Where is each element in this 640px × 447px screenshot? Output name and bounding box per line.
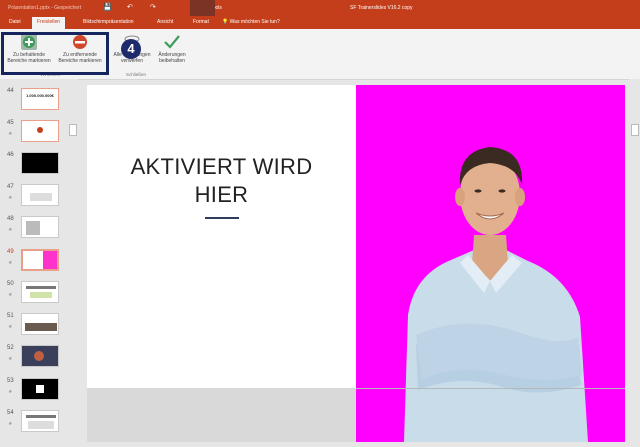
tab-file[interactable]: Datei [9, 19, 21, 25]
slide-content-area[interactable]: AKTIVIERT WIRD HIER [87, 85, 356, 388]
slide-number: 50 [7, 281, 14, 287]
vertical-scrollbar[interactable] [629, 79, 640, 442]
thumbnail-graphic [26, 286, 56, 289]
scrollbar-thumb[interactable] [631, 124, 639, 136]
animation-star-icon: ★ [8, 260, 13, 266]
slide-thumbnail[interactable]: 1.000.000.000€ [21, 88, 59, 110]
thumbnail-graphic [26, 415, 56, 418]
ear-right [515, 188, 525, 206]
slide-number: 51 [7, 313, 14, 319]
slide-thumbnail[interactable] [21, 410, 59, 432]
checkmark-icon [164, 35, 180, 49]
eye-right [498, 189, 506, 193]
slide-number: 47 [7, 184, 14, 190]
slide-thumbnail[interactable] [21, 281, 59, 303]
window-title: SF Trainerslides V16.2 copy [350, 5, 413, 11]
ribbon-tabs: Datei Freistellen Bildschirmpräsentation… [0, 16, 640, 29]
redo-icon[interactable]: ↷ [150, 3, 156, 11]
slide-thumbnail[interactable] [21, 120, 59, 142]
title-underline [205, 217, 239, 219]
highlight-frame [1, 32, 109, 75]
thumbnail-graphic [36, 385, 44, 393]
slide-number: 44 [7, 88, 14, 94]
tab-view[interactable]: Ansicht [157, 19, 173, 25]
slide-thumbnail[interactable] [21, 184, 59, 206]
slide-number: 49 [7, 249, 14, 255]
tell-me-search[interactable]: 💡 Was möchten Sie tun? [222, 19, 280, 25]
slide-thumbnail[interactable] [21, 378, 59, 400]
step-badge: 4 [121, 39, 141, 59]
keep-changes-label: Änderungen beibehalten [158, 52, 186, 64]
slide-thumbnail[interactable] [21, 216, 59, 238]
slide-number: 52 [7, 345, 14, 351]
undo-icon[interactable]: ↶ [127, 3, 133, 11]
eye-left [474, 189, 482, 193]
slide-thumbnail[interactable] [21, 313, 59, 335]
slide-number: 45 [7, 120, 14, 126]
slide-number: 53 [7, 378, 14, 384]
save-icon[interactable]: 💾 [103, 3, 112, 11]
panel-scroll-thumb[interactable] [69, 124, 77, 136]
title-bar: Präsentation1.pptx - Gespeichert 💾 ↶ ↷ B… [0, 0, 640, 16]
thumbnail-graphic [25, 323, 57, 331]
thumbnail-graphic [34, 351, 44, 361]
slide-number: 54 [7, 410, 14, 416]
slide-number: 46 [7, 152, 14, 158]
thumbnail-graphic [30, 292, 52, 298]
slide-thumbnail-current[interactable] [21, 249, 59, 271]
canvas-background [87, 388, 356, 442]
thumbnail-graphic [37, 127, 43, 133]
animation-star-icon: ★ [8, 389, 13, 395]
left-title: Präsentation1.pptx - Gespeichert [8, 5, 82, 11]
slide-thumbnail-text: 1.000.000.000€ [26, 93, 54, 98]
tab-remove-background[interactable]: Freistellen [32, 17, 66, 29]
slide-thumbnail[interactable] [21, 345, 59, 367]
tab-format[interactable]: Format [193, 19, 209, 25]
animation-star-icon: ★ [8, 324, 13, 330]
slide-number: 48 [7, 216, 14, 222]
thumbnail-graphic [30, 193, 52, 201]
keep-changes-button[interactable]: Änderungen beibehalten [152, 33, 192, 64]
tell-me-text: Was möchten Sie tun? [229, 19, 280, 25]
group-close-label: Schließen [126, 72, 147, 77]
animation-star-icon: ★ [8, 195, 13, 201]
animation-star-icon: ★ [8, 227, 13, 233]
ear-left [455, 188, 465, 206]
animation-star-icon: ★ [8, 421, 13, 427]
thumbnail-graphic [26, 221, 40, 235]
lightbulb-icon: 💡 [222, 19, 229, 25]
animation-star-icon: ★ [8, 131, 13, 137]
slide-title-line-1: AKTIVIERT WIRD [130, 154, 313, 179]
thumbnail-graphic [28, 421, 54, 429]
selection-bounding-line [356, 388, 625, 389]
animation-star-icon: ★ [8, 356, 13, 362]
animation-star-icon: ★ [8, 292, 13, 298]
tab-slideshow[interactable]: Bildschirmpräsentation [83, 19, 134, 25]
slide-thumbnail[interactable] [21, 152, 59, 174]
thumbnail-graphic [43, 251, 57, 269]
slide-title[interactable]: AKTIVIERT WIRD HIER [87, 153, 356, 209]
slide-title-line-2: HIER [194, 182, 249, 207]
